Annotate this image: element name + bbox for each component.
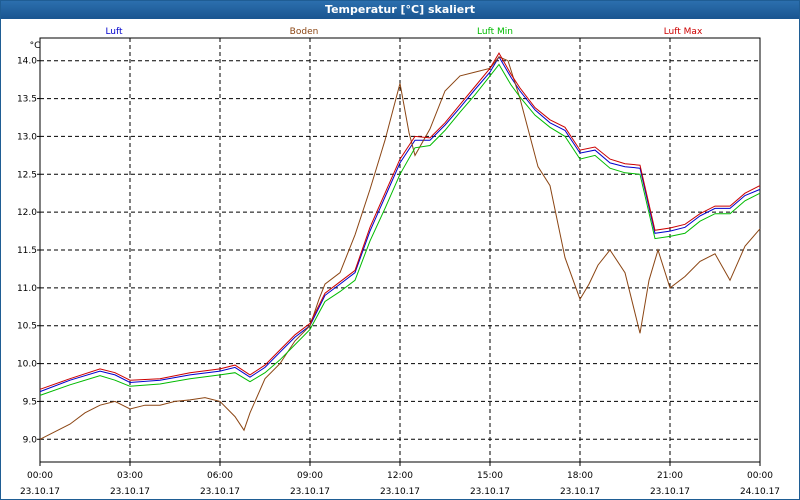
x-tick-date-label: 24.10.17 — [740, 487, 780, 497]
legend-luft: Luft — [105, 27, 123, 37]
x-tick-time-label: 09:00 — [297, 471, 323, 481]
y-tick-label: 13.5 — [17, 95, 37, 105]
x-tick-time-label: 00:00 — [747, 471, 773, 481]
y-tick-label: 12.0 — [17, 208, 37, 218]
y-tick-label: 11.5 — [17, 246, 37, 256]
x-tick-date-label: 23.10.17 — [380, 487, 420, 497]
y-tick-label: 12.5 — [17, 170, 37, 180]
legend-boden: Boden — [290, 27, 319, 37]
y-axis-label: °C — [30, 41, 41, 51]
y-tick-label: 9.0 — [23, 435, 38, 445]
x-tick-date-label: 23.10.17 — [470, 487, 510, 497]
temperature-chart: 9.0 9.5 10.0 10.5 11.0 11.5 12.0 12.5 13.0 13.5 14… — [17, 27, 780, 497]
x-tick-time-label: 03:00 — [117, 471, 143, 481]
x-tick-time-label: 21:00 — [657, 471, 683, 481]
y-tick-label: 10.5 — [17, 322, 37, 332]
x-tick-date-label: 23.10.17 — [200, 487, 240, 497]
legend-luft-min: Luft Min — [477, 27, 513, 37]
x-tick-time-label: 00:00 — [27, 471, 53, 481]
x-tick-date-label: 23.10.17 — [20, 487, 60, 497]
y-tick-label: 11.0 — [17, 284, 37, 294]
chart-window: Temperatur [°C] skaliert 9.0 9.5 10.0 10.5 1… — [0, 0, 800, 500]
x-tick-date-label: 23.10.17 — [560, 487, 600, 497]
y-tick-label: 9.5 — [23, 397, 37, 407]
x-tick-time-label: 06:00 — [207, 471, 233, 481]
x-tick-time-label: 15:00 — [477, 471, 503, 481]
x-tick-date-label: 23.10.17 — [650, 487, 690, 497]
y-tick-label: 10.0 — [17, 360, 37, 370]
legend-luft-max: Luft Max — [664, 27, 703, 37]
x-tick-time-label: 18:00 — [567, 471, 593, 481]
x-tick-date-label: 23.10.17 — [110, 487, 150, 497]
y-tick-label: 13.0 — [17, 132, 37, 142]
x-tick-time-label: 12:00 — [387, 471, 413, 481]
y-tick-label: 14.0 — [17, 57, 37, 67]
x-tick-date-label: 23.10.17 — [290, 487, 330, 497]
